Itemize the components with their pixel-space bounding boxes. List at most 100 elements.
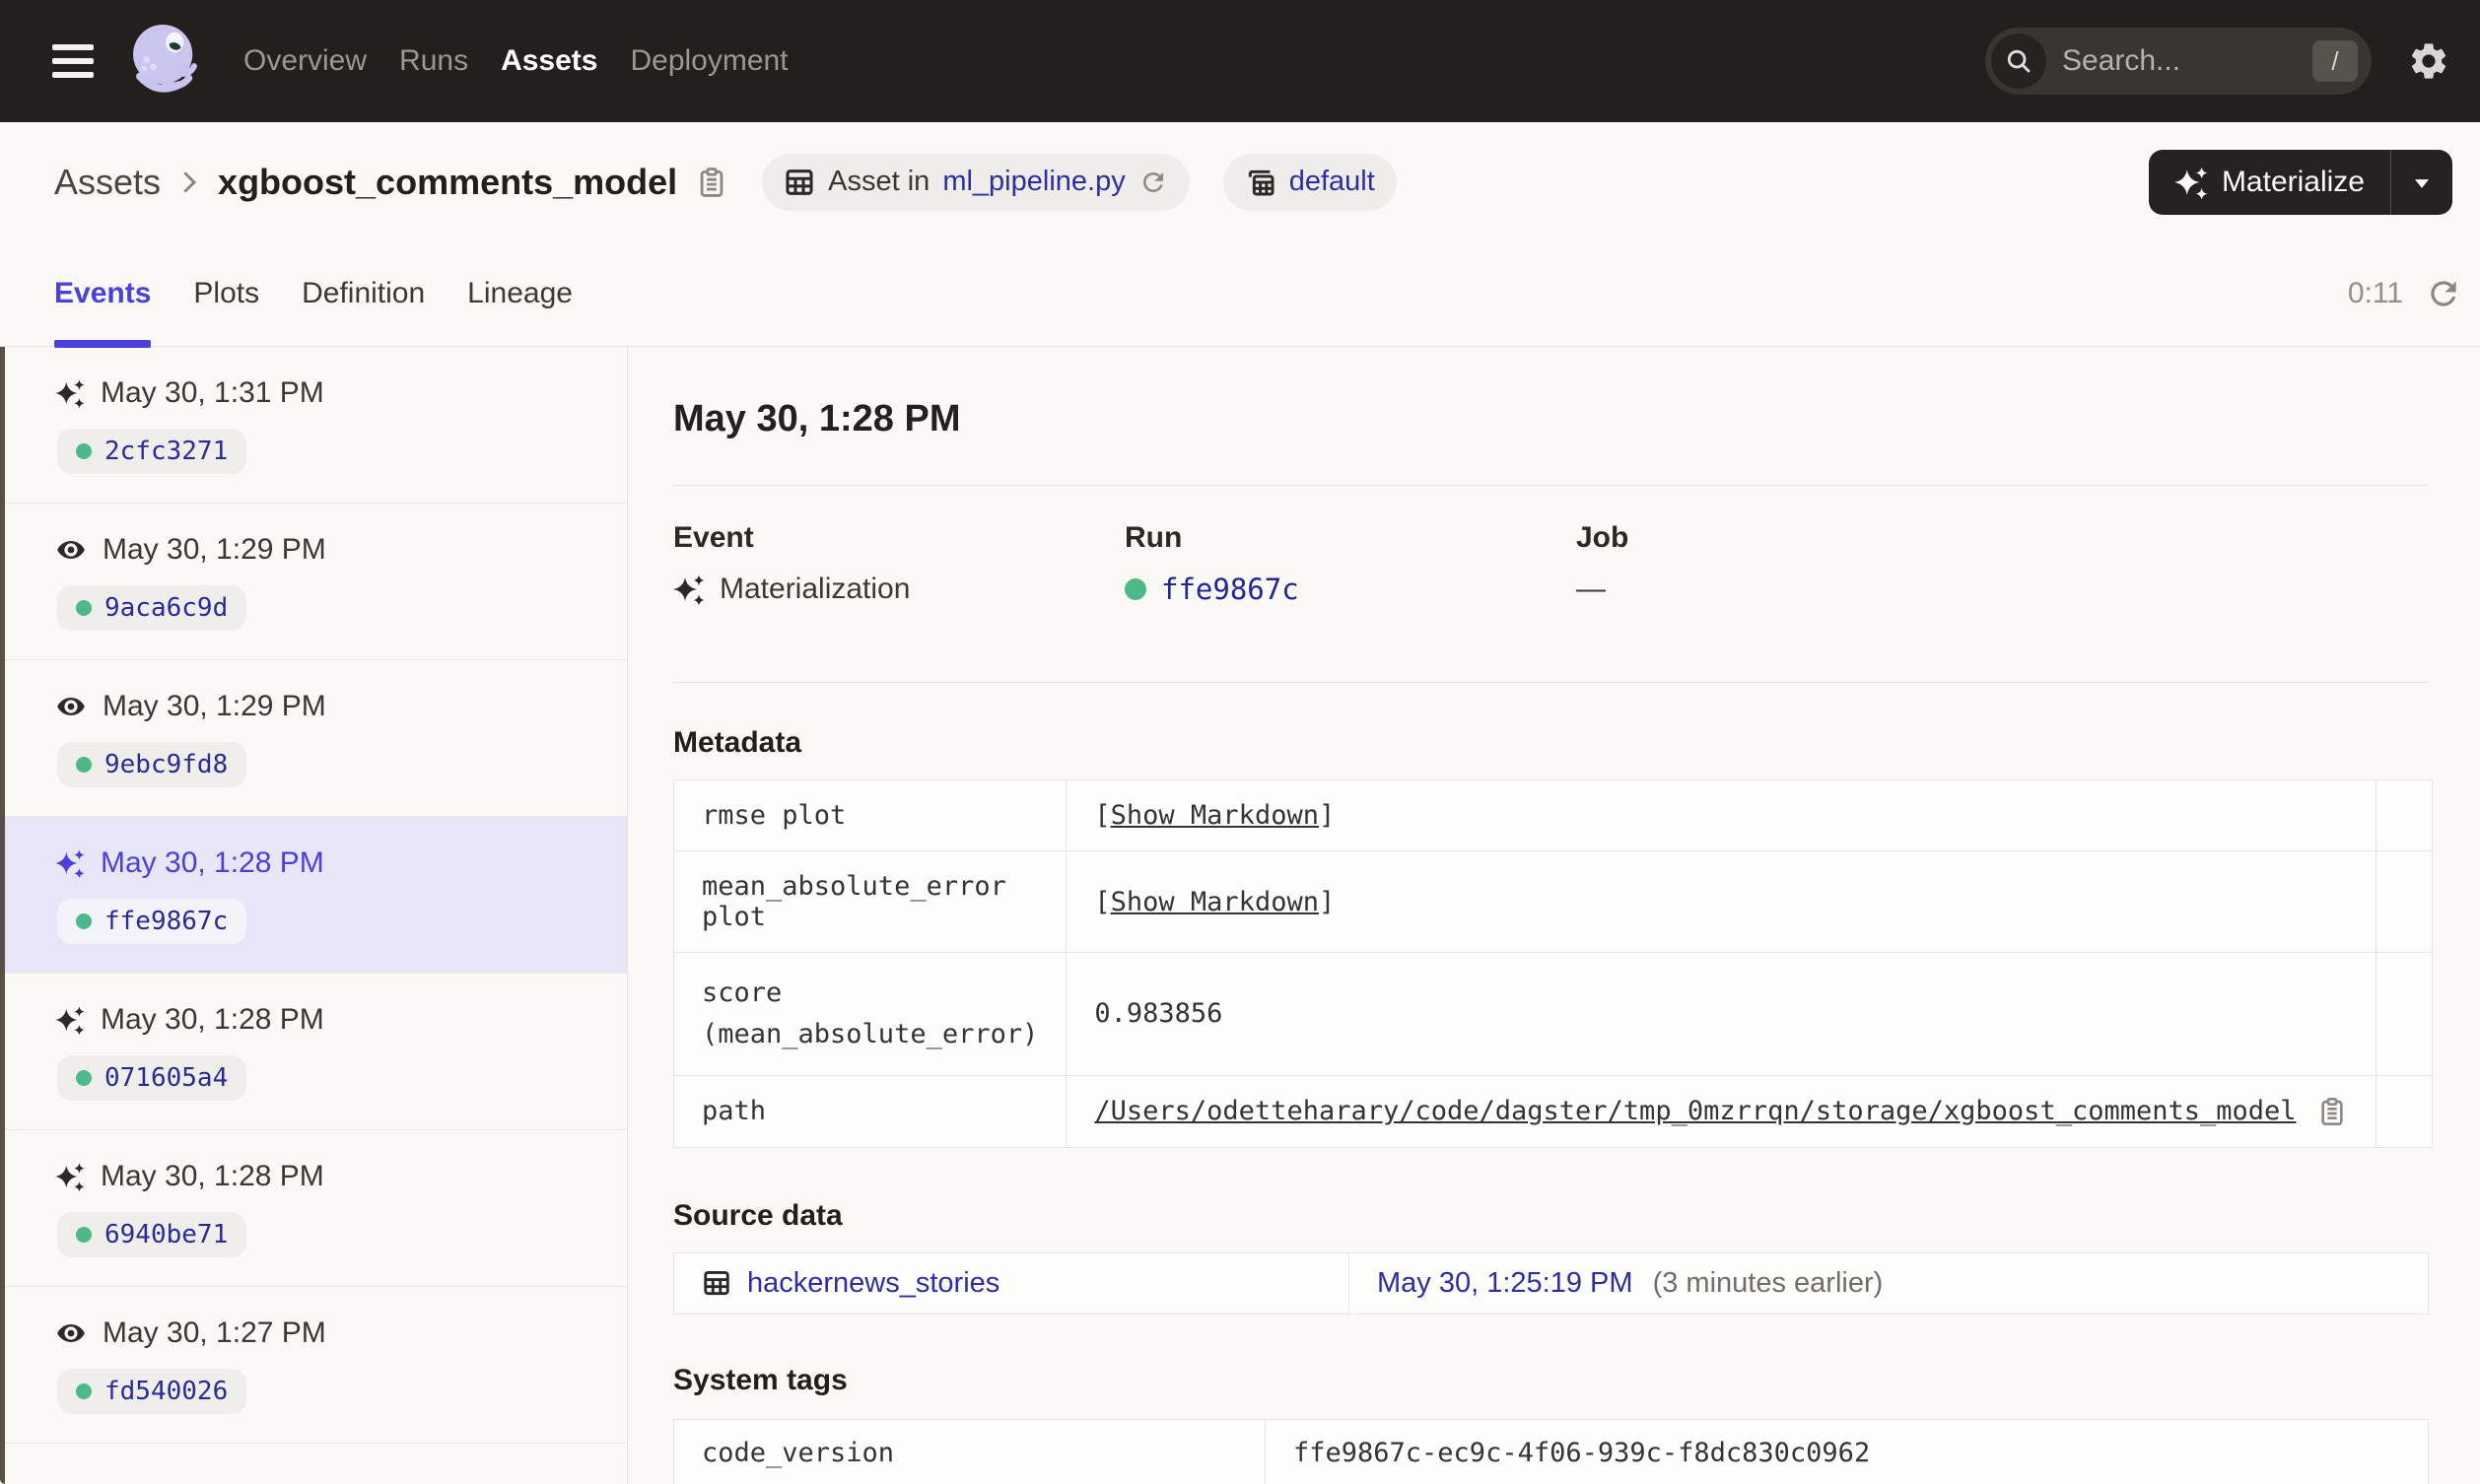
tab-events[interactable]: Events xyxy=(54,241,152,348)
event-timestamp: May 30, 1:28 PM xyxy=(101,846,324,879)
asset-in-label: Asset in xyxy=(828,166,930,197)
run-id-link: 2cfc3271 xyxy=(104,437,229,466)
event-list-item[interactable]: May 30, 1:28 PM 6940be71 xyxy=(0,1130,627,1287)
table-row: code_version ffe9867c-ec9c-4f06-939c-f8d… xyxy=(673,1418,2429,1484)
tab-plots[interactable]: Plots xyxy=(193,241,259,346)
tab-definition[interactable]: Definition xyxy=(302,241,425,346)
metadata-key: path xyxy=(672,1074,1068,1148)
run-tag[interactable]: fd540026 xyxy=(57,1369,247,1414)
path-link[interactable]: /Users/odetteharary/code/dagster/tmp_0mz… xyxy=(1094,1096,2296,1126)
run-column: Run ffe9867c xyxy=(1125,521,1576,606)
event-list-item[interactable]: May 30, 1:29 PM 9ebc9fd8 xyxy=(0,660,627,817)
source-asset-link[interactable]: hackernews_stories xyxy=(747,1267,999,1300)
sparkle-icon xyxy=(2174,166,2208,199)
tab-lineage[interactable]: Lineage xyxy=(467,241,573,346)
metadata-value: 0.983856 xyxy=(1066,952,2377,1076)
settings-gear-icon[interactable] xyxy=(2407,39,2450,83)
refresh-icon[interactable] xyxy=(2425,275,2462,312)
refresh-timer: 0:11 xyxy=(2348,275,2462,312)
search-icon xyxy=(1991,34,2046,89)
source-time-cell: May 30, 1:25:19 PM (3 minutes earlier) xyxy=(1348,1251,2429,1315)
nav-runs[interactable]: Runs xyxy=(399,44,468,78)
metadata-value: [Show Markdown] xyxy=(1066,850,2377,953)
run-status-dot xyxy=(76,443,92,459)
run-status-dot xyxy=(1125,578,1146,600)
run-tag[interactable]: ffe9867c xyxy=(57,899,247,944)
table-row: hackernews_stories May 30, 1:25:19 PM (3… xyxy=(673,1251,2429,1315)
repository-link[interactable]: default xyxy=(1289,166,1375,198)
reload-location-icon[interactable] xyxy=(1138,168,1168,197)
run-id-link: 071605a4 xyxy=(104,1063,229,1093)
top-navigation-bar: Overview Runs Assets Deployment Search..… xyxy=(0,0,2480,122)
system-tags-heading: System tags xyxy=(673,1363,848,1396)
asset-tabs-row: Events Plots Definition Lineage 0:11 xyxy=(0,241,2480,348)
metadata-key: mean_absolute_error plot xyxy=(672,850,1068,953)
nav-deployment[interactable]: Deployment xyxy=(630,44,788,78)
run-tag[interactable]: 6940be71 xyxy=(57,1212,247,1257)
copy-path-icon[interactable] xyxy=(2316,1096,2348,1127)
event-list-item[interactable]: May 30, 1:31 PM 2cfc3271 xyxy=(0,347,627,504)
menu-icon[interactable] xyxy=(52,44,94,78)
materialize-label: Materialize xyxy=(2221,165,2365,198)
run-id-link: ffe9867c xyxy=(104,907,229,936)
asset-definition-badge[interactable]: Asset in ml_pipeline.py xyxy=(762,153,1190,211)
event-list-item[interactable]: May 30, 1:27 PM fd540026 xyxy=(0,1287,627,1444)
event-detail-pane: May 30, 1:28 PM Event Materialization Ru… xyxy=(628,347,2480,1484)
materialize-dropdown-button[interactable] xyxy=(2391,150,2452,215)
metadata-heading: Metadata xyxy=(673,726,802,759)
grid-layers-icon xyxy=(1245,167,1276,198)
event-timestamp: May 30, 1:28 PM xyxy=(101,1003,324,1036)
run-tag[interactable]: 9ebc9fd8 xyxy=(57,742,247,787)
run-tag[interactable]: 2cfc3271 xyxy=(57,429,247,474)
dagster-logo[interactable] xyxy=(121,19,206,103)
search-shortcut-badge: / xyxy=(2312,40,2358,82)
spare-cell xyxy=(2375,779,2433,851)
source-data-heading: Source data xyxy=(673,1198,843,1232)
run-id-link[interactable]: ffe9867c xyxy=(1161,573,1299,606)
spare-cell xyxy=(2375,952,2433,1076)
metadata-value: [Show Markdown] xyxy=(1066,779,2377,851)
search-placeholder: Search... xyxy=(2062,44,2181,77)
copy-asset-name-icon[interactable] xyxy=(695,166,728,199)
event-list-item[interactable]: May 30, 1:29 PM 9aca6c9d xyxy=(0,504,627,660)
event-detail-title: May 30, 1:28 PM xyxy=(673,398,961,439)
materialization-sparkle-icon xyxy=(673,573,705,605)
run-id-link: 6940be71 xyxy=(104,1220,229,1249)
metadata-key: rmse plot xyxy=(672,779,1068,851)
search-input[interactable]: Search... / xyxy=(1985,28,2372,95)
nav-overview[interactable]: Overview xyxy=(243,44,367,78)
run-id-link: fd540026 xyxy=(104,1377,229,1406)
system-tag-value: ffe9867c-ec9c-4f06-939c-f8dc830c0962 xyxy=(1265,1418,2429,1484)
scrollbar[interactable] xyxy=(0,347,5,1484)
job-column: Job — xyxy=(1576,521,2429,606)
table-row: mean_absolute_error plot [Show Markdown] xyxy=(672,850,2433,953)
event-summary-row: Event Materialization Run ffe9867c Job — xyxy=(673,521,2429,606)
run-tag[interactable]: 9aca6c9d xyxy=(57,585,247,631)
run-tag[interactable]: 071605a4 xyxy=(57,1055,247,1101)
run-label: Run xyxy=(1125,521,1183,554)
observation-eye-icon xyxy=(55,534,87,566)
observation-eye-icon xyxy=(55,691,87,722)
divider xyxy=(673,682,2429,683)
grid-icon xyxy=(784,167,815,198)
table-row: score (mean_absolute_error) 0.983856 xyxy=(672,952,2433,1076)
source-timestamp-link[interactable]: May 30, 1:25:19 PM xyxy=(1377,1267,1633,1299)
spare-cell xyxy=(2375,850,2433,953)
chevron-right-icon xyxy=(174,168,204,197)
materialize-button[interactable]: Materialize xyxy=(2149,150,2390,215)
materialization-sparkle-icon xyxy=(55,1005,85,1035)
repository-badge[interactable]: default xyxy=(1222,153,1397,211)
materialize-split-button: Materialize xyxy=(2148,149,2452,215)
run-status-dot xyxy=(76,1227,92,1243)
event-list-item[interactable]: May 30, 1:28 PM 071605a4 xyxy=(0,974,627,1130)
nav-assets[interactable]: Assets xyxy=(501,44,597,78)
show-markdown-link[interactable]: Show Markdown xyxy=(1111,887,1319,917)
materialization-sparkle-icon xyxy=(55,1162,85,1191)
breadcrumb-assets-link[interactable]: Assets xyxy=(54,162,161,203)
show-markdown-link[interactable]: Show Markdown xyxy=(1111,800,1319,831)
source-asset-cell: hackernews_stories xyxy=(673,1251,1349,1315)
pipeline-file-link[interactable]: ml_pipeline.py xyxy=(942,166,1125,198)
event-list-item-selected[interactable]: May 30, 1:28 PM ffe9867c xyxy=(0,817,627,974)
materialization-sparkle-icon xyxy=(55,848,85,878)
table-row: path /Users/odetteharary/code/dagster/tm… xyxy=(672,1074,2433,1148)
